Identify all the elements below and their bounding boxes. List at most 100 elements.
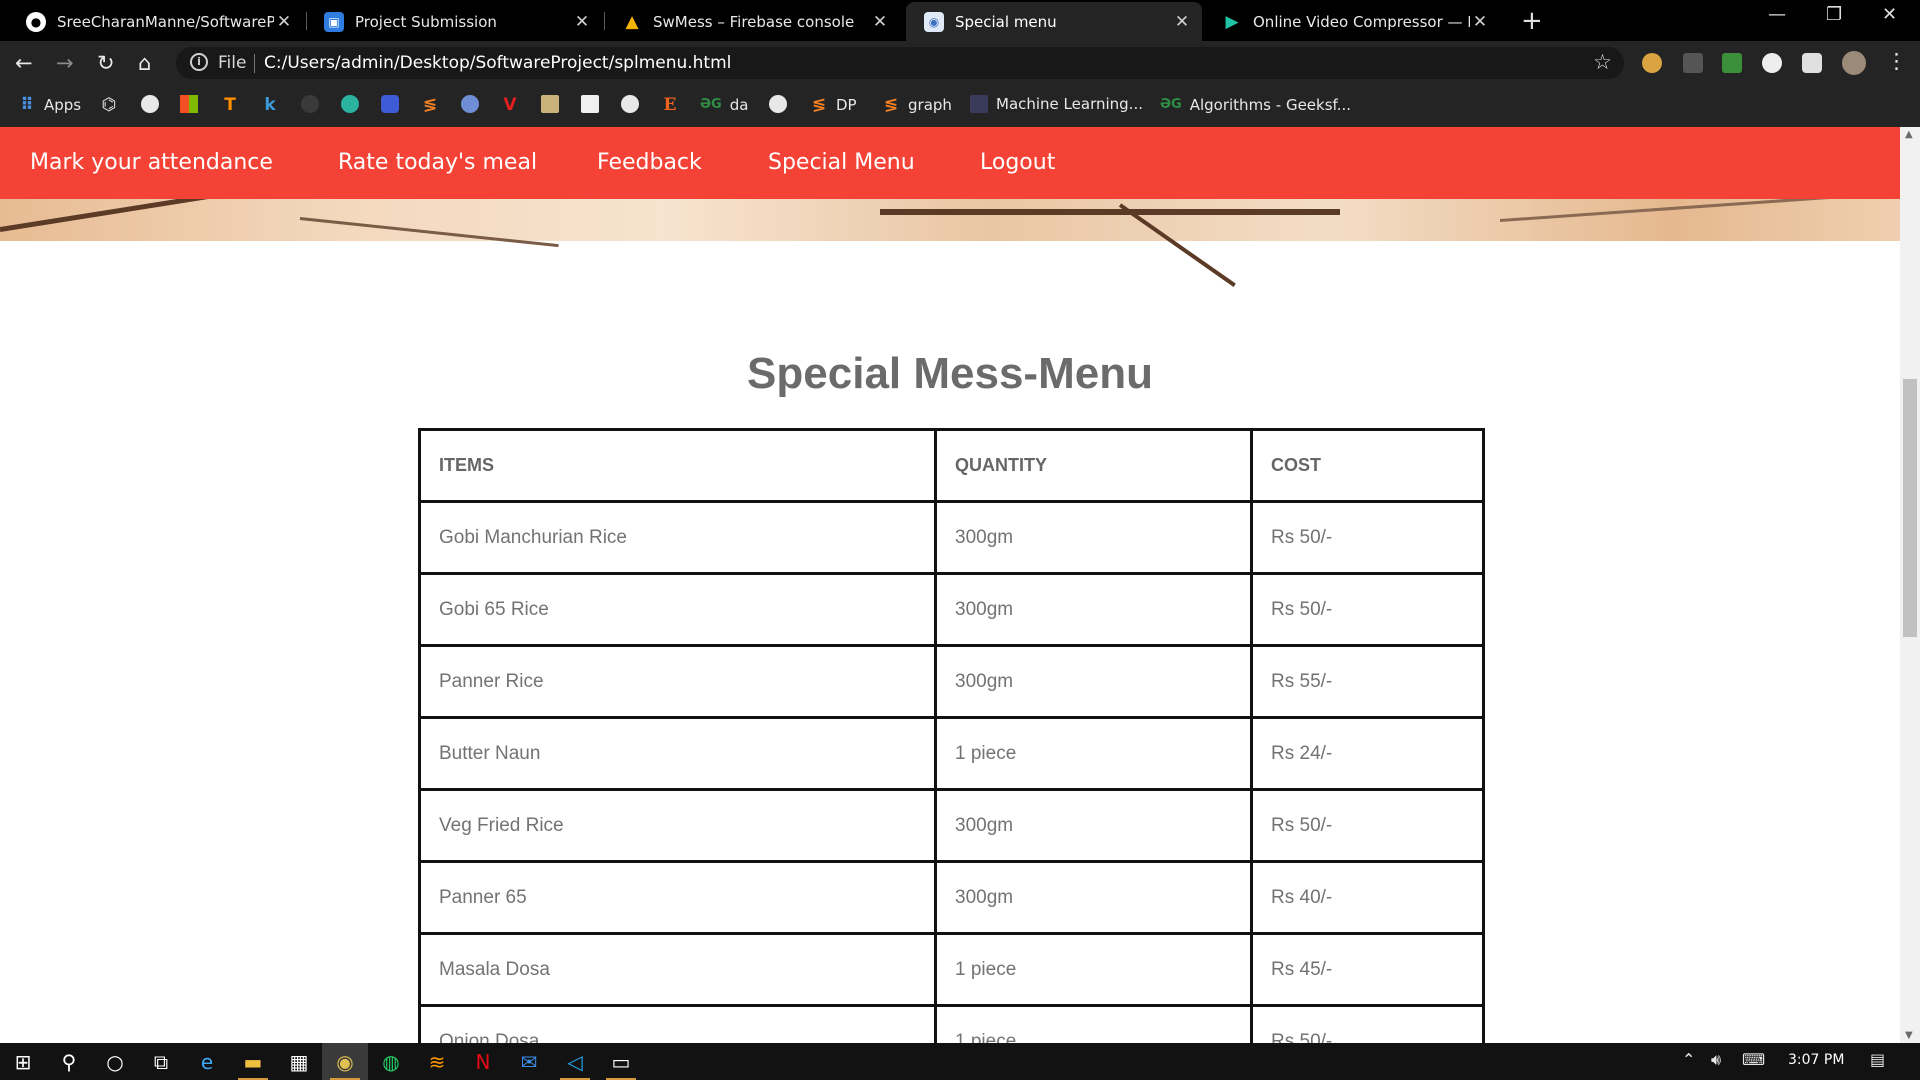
bookmark-machine-learning[interactable]: Machine Learning...: [970, 95, 1143, 113]
close-tab-icon[interactable]: ✕: [870, 12, 890, 32]
etsy-e-icon: E: [663, 95, 677, 115]
table-row: Masala Dosa 1 piece Rs 45/-: [418, 932, 1485, 1007]
tab-firebase[interactable]: ▲ SwMess – Firebase console ✕: [604, 2, 900, 41]
bookmark-graph[interactable]: ≶ graph: [882, 95, 952, 115]
cost-cell: Rs 24/-: [1250, 716, 1485, 791]
cost-cell: Rs 40/-: [1250, 860, 1485, 935]
store-icon[interactable]: ▦: [276, 1043, 322, 1080]
nav-rate-meal[interactable]: Rate today's meal: [338, 150, 537, 175]
nav-special-menu[interactable]: Special Menu: [768, 150, 915, 175]
whatsapp-icon[interactable]: ◍: [368, 1043, 414, 1080]
close-tab-icon[interactable]: ✕: [1470, 12, 1490, 32]
home-icon[interactable]: ⌂: [138, 51, 151, 75]
chrome-icon[interactable]: ◉: [322, 1043, 368, 1080]
tab-project-submission[interactable]: ▣ Project Submission ✕: [306, 2, 602, 41]
cortana-icon[interactable]: ○: [92, 1043, 138, 1080]
nav-feedback[interactable]: Feedback: [597, 150, 702, 175]
column-header-items: ITEMS: [418, 428, 937, 503]
tray-expand-icon[interactable]: ⌃: [1682, 1050, 1695, 1069]
nav-mark-attendance[interactable]: Mark your attendance: [30, 150, 273, 175]
nav-logout[interactable]: Logout: [980, 150, 1055, 175]
sublime-icon[interactable]: ≋: [414, 1043, 460, 1080]
address-url[interactable]: C:/Users/admin/Desktop/SoftwareProject/s…: [264, 53, 731, 73]
close-tab-icon[interactable]: ✕: [274, 12, 294, 32]
page-scrollbar[interactable]: ▲ ▼: [1900, 127, 1920, 1043]
menu-kebab-icon[interactable]: ⋮: [1886, 49, 1907, 73]
geeksforgeeks-icon: ƏG: [1160, 97, 1182, 112]
item-cell: Veg Fried Rice: [418, 788, 937, 863]
bookmark-hexagon[interactable]: [381, 95, 407, 113]
cost-cell: Rs 50/-: [1250, 500, 1485, 575]
bookmark-image[interactable]: [541, 95, 567, 113]
keyboard-icon[interactable]: ⌨: [1742, 1050, 1765, 1069]
terminal-icon[interactable]: ▭: [598, 1043, 644, 1080]
scroll-up-icon[interactable]: ▲: [1905, 129, 1913, 140]
cookie-extension-icon[interactable]: [1642, 53, 1662, 73]
bookmark-star-icon[interactable]: ☆: [1593, 50, 1612, 74]
bookmark-dp[interactable]: ≶ DP: [810, 95, 857, 115]
bookmark-da[interactable]: ƏG da: [700, 95, 748, 115]
vscode-icon[interactable]: ◁: [552, 1043, 598, 1080]
pdf-extension-icon[interactable]: [1683, 53, 1703, 73]
tab-special-menu[interactable]: ◉ Special menu ✕: [906, 2, 1202, 41]
close-window-icon[interactable]: ✕: [1882, 4, 1897, 25]
profile-avatar[interactable]: [1842, 51, 1866, 75]
bookmark-red-v[interactable]: V: [501, 95, 527, 115]
bookmark-codeforces[interactable]: ⌬: [100, 95, 126, 115]
translate-extension-icon[interactable]: [1722, 53, 1742, 73]
ceiling-beam: [1499, 195, 1840, 222]
bookmark-apps[interactable]: ⠿ Apps: [18, 95, 81, 115]
quantity-cell: 1 piece: [934, 1004, 1253, 1043]
extension-circle-icon[interactable]: [1762, 53, 1782, 73]
bookmark-label: Algorithms - Geeksf...: [1189, 96, 1352, 114]
taskbar-clock[interactable]: 3:07 PM: [1788, 1052, 1844, 1068]
tab-github[interactable]: ● SreeCharanManne/SoftwareProje ✕: [8, 2, 304, 41]
bookmark-github[interactable]: [301, 95, 327, 113]
bookmark-r[interactable]: [461, 95, 487, 113]
notifications-icon[interactable]: ▤: [1870, 1050, 1885, 1069]
netflix-icon[interactable]: N: [460, 1043, 506, 1080]
info-icon[interactable]: i: [190, 53, 208, 71]
mail-icon[interactable]: ✉: [506, 1043, 552, 1080]
back-icon[interactable]: ←: [15, 51, 33, 75]
bookmark-microsoft[interactable]: [180, 95, 206, 113]
bookmark-k[interactable]: k: [261, 95, 287, 115]
minimize-icon[interactable]: —: [1768, 4, 1786, 25]
file-explorer-icon[interactable]: ▬: [230, 1043, 276, 1080]
bookmark-label: Apps: [44, 96, 82, 114]
table-row: Panner Rice 300gm Rs 55/-: [418, 644, 1485, 719]
codeforces-icon: ⌬: [101, 95, 117, 115]
windows-start-icon[interactable]: ⊞: [0, 1043, 46, 1080]
close-tab-icon[interactable]: ✕: [1172, 12, 1192, 32]
scroll-thumb[interactable]: [1903, 379, 1917, 637]
scroll-down-icon[interactable]: ▼: [1905, 1030, 1913, 1041]
forward-icon[interactable]: →: [56, 51, 74, 75]
bookmark-globe[interactable]: [141, 95, 167, 113]
tab-video-compressor[interactable]: ▶ Online Video Compressor — Red ✕: [1204, 2, 1500, 41]
bookmark-leaf[interactable]: [341, 95, 367, 113]
bookmark-label: Machine Learning...: [996, 95, 1143, 113]
edge-icon[interactable]: e: [184, 1043, 230, 1080]
task-view-icon[interactable]: ⧉: [138, 1043, 184, 1080]
tab-title: SwMess – Firebase console: [653, 12, 855, 31]
stack-icon: ≶: [811, 95, 827, 115]
reload-icon[interactable]: ↻: [97, 51, 115, 75]
windows-taskbar: ⊞ ⚲ ○ ⧉ e ▬ ▦ ◉ ◍ ≋ N ✉ ◁ ▭ ⌃ 🔊︎ ⌨ 3:07 …: [0, 1043, 1920, 1080]
bookmark-globe-3[interactable]: [769, 95, 795, 113]
search-icon[interactable]: ⚲: [46, 1043, 92, 1080]
new-tab-button[interactable]: +: [1521, 6, 1543, 36]
address-bar[interactable]: i File C:/Users/admin/Desktop/SoftwarePr…: [176, 47, 1624, 79]
volume-icon[interactable]: 🔊︎: [1711, 1050, 1721, 1070]
extensions-puzzle-icon[interactable]: [1802, 53, 1822, 73]
bookmark-algorithms[interactable]: ƏG Algorithms - Geeksf...: [1160, 95, 1351, 115]
top-navbar: Mark your attendance Rate today's meal F…: [0, 127, 1900, 199]
bookmark-globe-2[interactable]: [621, 95, 647, 113]
column-header-cost: COST: [1250, 428, 1485, 503]
close-tab-icon[interactable]: ✕: [572, 12, 592, 32]
bookmark-chart[interactable]: [581, 95, 607, 113]
bookmark-stack[interactable]: ≶: [421, 95, 447, 115]
bookmark-tensorflow[interactable]: T: [221, 95, 247, 115]
restore-icon[interactable]: ❐: [1826, 4, 1842, 25]
leaf-icon: [341, 95, 359, 113]
bookmark-etsy[interactable]: E: [661, 95, 687, 115]
